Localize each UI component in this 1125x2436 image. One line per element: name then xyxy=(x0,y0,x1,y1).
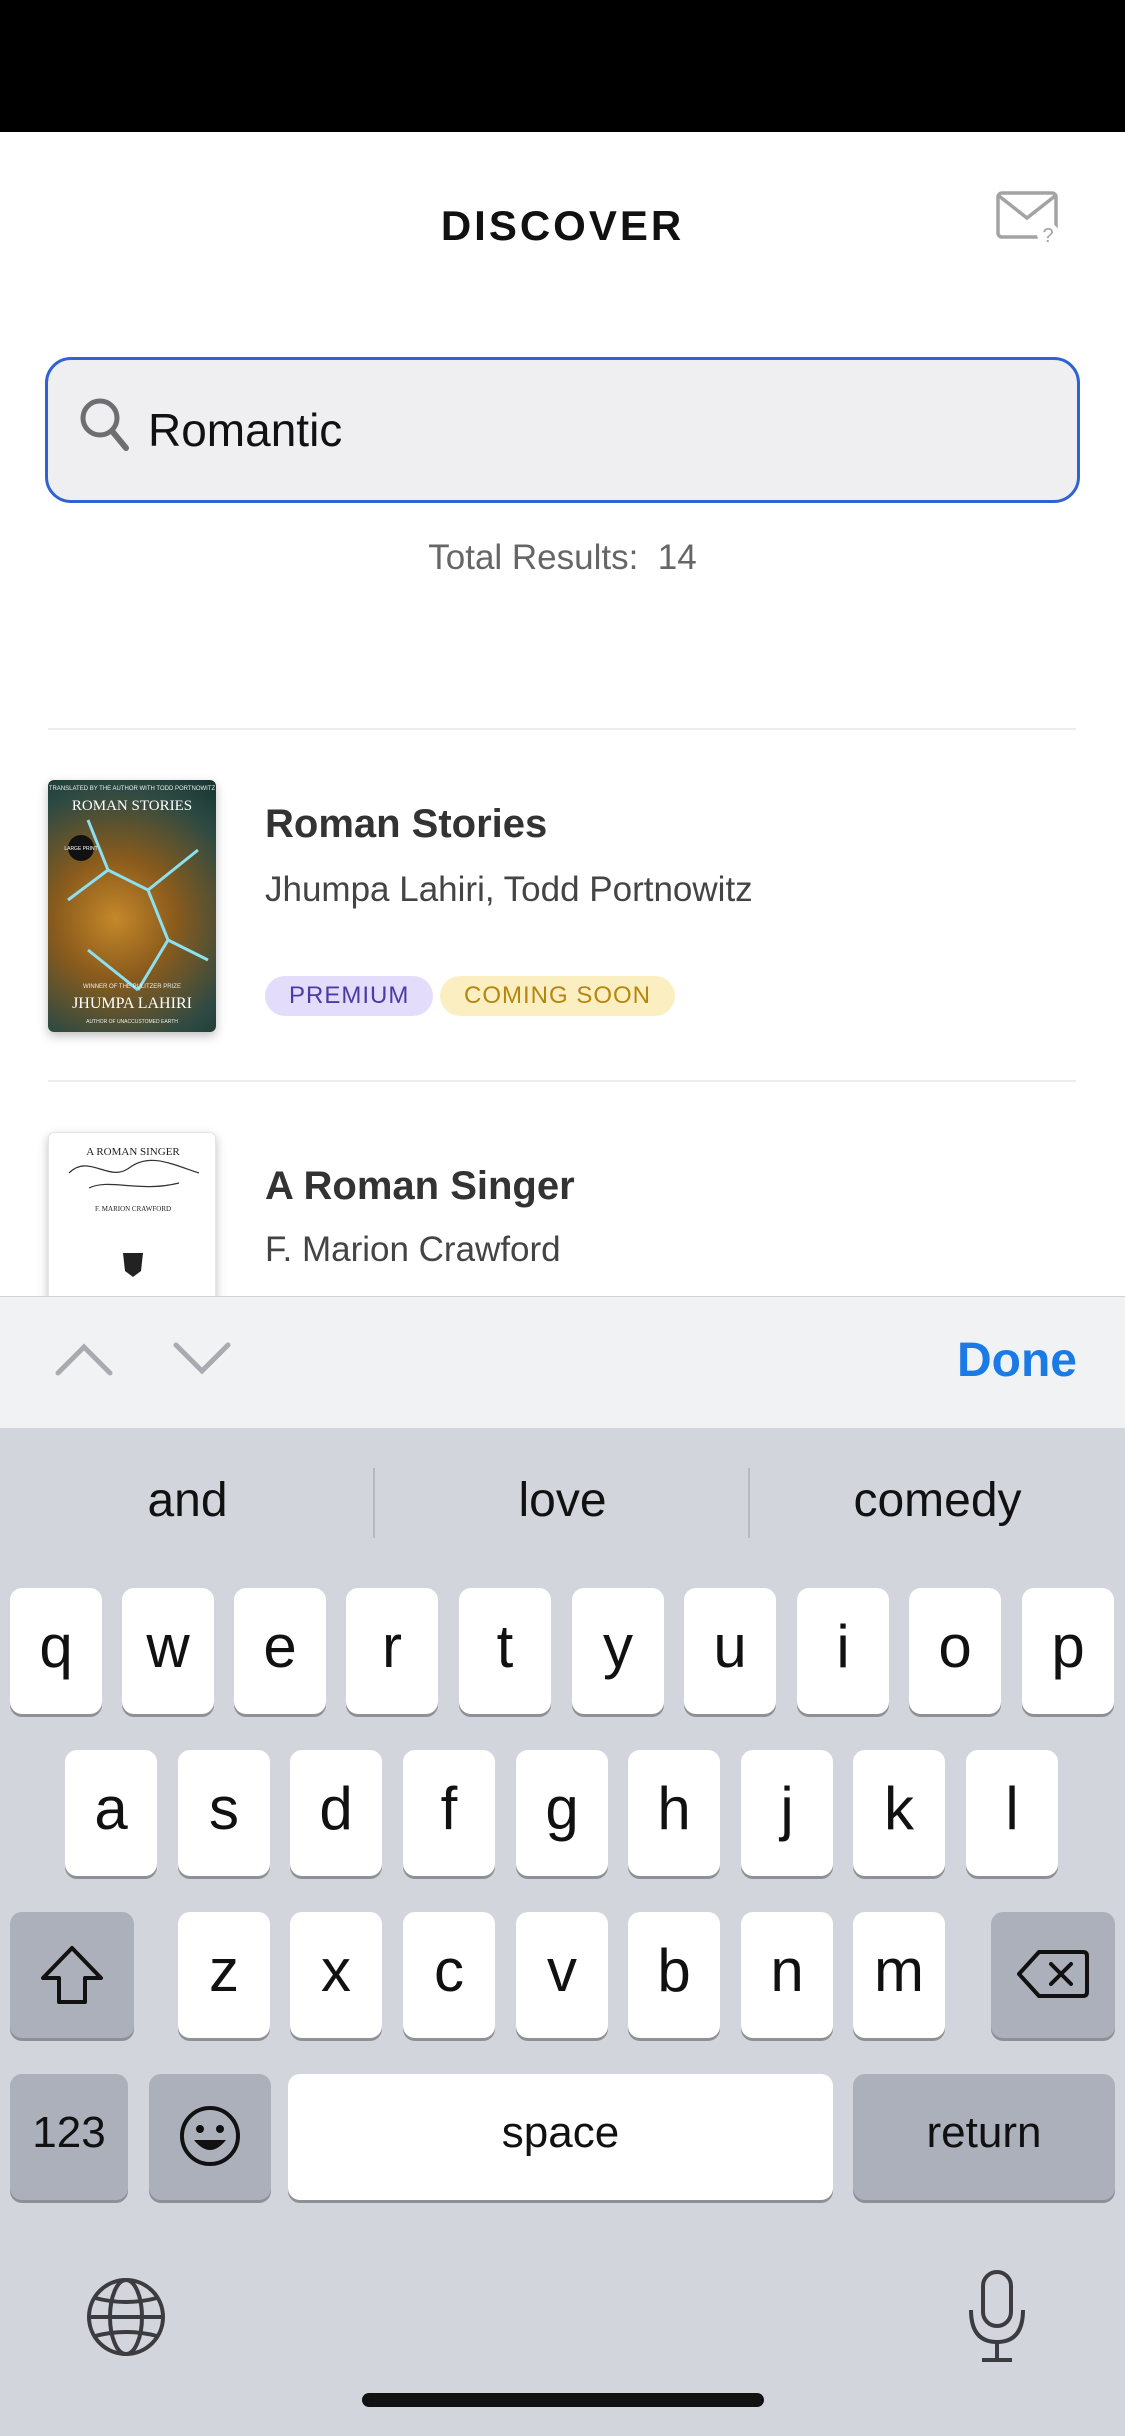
total-results: Total Results: 14 xyxy=(0,538,1125,578)
book-title: Roman Stories xyxy=(265,802,548,846)
book-author: Jhumpa Lahiri, Todd Portnowitz xyxy=(265,870,753,909)
home-indicator xyxy=(362,2393,764,2407)
keyboard-accessory-bar: Done xyxy=(0,1296,1125,1428)
key-e[interactable]: e xyxy=(234,1588,326,1714)
svg-text:JHUMPA LAHIRI: JHUMPA LAHIRI xyxy=(72,995,192,1012)
key-r[interactable]: r xyxy=(346,1588,438,1714)
key-p[interactable]: p xyxy=(1022,1588,1114,1714)
return-key[interactable]: return xyxy=(853,2074,1115,2200)
done-button[interactable]: Done xyxy=(957,1333,1077,1388)
search-bar[interactable] xyxy=(45,357,1080,503)
svg-text:TRANSLATED BY THE AUTHOR WITH: TRANSLATED BY THE AUTHOR WITH TODD PORTN… xyxy=(49,786,216,792)
svg-text:WINNER OF THE PULITZER PRIZE: WINNER OF THE PULITZER PRIZE xyxy=(83,984,181,990)
total-results-label: Total Results: xyxy=(428,538,639,577)
book-cover: A ROMAN SINGER F. MARION CRAWFORD xyxy=(48,1132,216,1296)
search-icon xyxy=(80,398,129,451)
key-v[interactable]: v xyxy=(516,1912,608,2038)
key-t[interactable]: t xyxy=(459,1588,551,1714)
suggestion-item[interactable]: and xyxy=(0,1473,375,1528)
space-key[interactable]: space xyxy=(288,2074,833,2200)
shift-icon xyxy=(41,1946,103,2004)
key-q[interactable]: q xyxy=(10,1588,102,1714)
emoji-icon xyxy=(180,2106,240,2166)
header: DISCOVER ? xyxy=(0,132,1125,322)
key-k[interactable]: k xyxy=(853,1750,945,1876)
shift-key[interactable] xyxy=(10,1912,134,2038)
list-item[interactable]: A ROMAN SINGER F. MARION CRAWFORD A Roma… xyxy=(0,1082,1125,1296)
key-z[interactable]: z xyxy=(178,1912,270,2038)
chevron-up-icon[interactable] xyxy=(54,1337,114,1381)
key-c[interactable]: c xyxy=(403,1912,495,2038)
coming-soon-badge: COMING SOON xyxy=(440,976,676,1016)
key-f[interactable]: f xyxy=(403,1750,495,1876)
svg-text:?: ? xyxy=(1042,225,1053,246)
book-cover: TRANSLATED BY THE AUTHOR WITH TODD PORTN… xyxy=(48,780,216,1032)
key-i[interactable]: i xyxy=(797,1588,889,1714)
key-y[interactable]: y xyxy=(572,1588,664,1714)
mail-help-icon: ? xyxy=(996,191,1059,247)
book-title: A Roman Singer xyxy=(265,1164,575,1208)
page-title: DISCOVER xyxy=(440,202,685,249)
microphone-icon[interactable] xyxy=(966,2270,1028,2364)
status-bar xyxy=(0,0,1125,132)
numbers-key[interactable]: 123 xyxy=(10,2074,128,2200)
svg-text:AUTHOR OF UNACCUSTOMED EARTH: AUTHOR OF UNACCUSTOMED EARTH xyxy=(86,1019,178,1025)
chevron-down-icon[interactable] xyxy=(172,1337,232,1381)
suggestion-item[interactable]: comedy xyxy=(750,1473,1125,1528)
key-l[interactable]: l xyxy=(966,1750,1058,1876)
total-results-count: 14 xyxy=(657,538,697,577)
keyboard: and love comedy q w e r t y u i o p a s … xyxy=(0,1428,1125,2436)
backspace-key[interactable] xyxy=(991,1912,1115,2038)
key-w[interactable]: w xyxy=(122,1588,214,1714)
key-x[interactable]: x xyxy=(290,1912,382,2038)
mail-help-button[interactable]: ? xyxy=(996,190,1062,247)
key-n[interactable]: n xyxy=(741,1912,833,2038)
svg-text:F. MARION CRAWFORD: F. MARION CRAWFORD xyxy=(95,1205,171,1213)
search-input[interactable] xyxy=(148,390,1048,470)
key-u[interactable]: u xyxy=(684,1588,776,1714)
globe-icon[interactable] xyxy=(85,2276,167,2358)
key-b[interactable]: b xyxy=(628,1912,720,2038)
suggestion-bar: and love comedy xyxy=(0,1428,1125,1578)
key-s[interactable]: s xyxy=(178,1750,270,1876)
list-item[interactable]: TRANSLATED BY THE AUTHOR WITH TODD PORTN… xyxy=(0,730,1125,1080)
suggestion-item[interactable]: love xyxy=(375,1473,750,1528)
key-g[interactable]: g xyxy=(516,1750,608,1876)
key-d[interactable]: d xyxy=(290,1750,382,1876)
svg-text:A ROMAN SINGER: A ROMAN SINGER xyxy=(86,1146,180,1158)
svg-text:ROMAN STORIES: ROMAN STORIES xyxy=(72,798,192,814)
emoji-key[interactable] xyxy=(149,2074,271,2200)
backspace-icon xyxy=(1017,1950,1089,1998)
key-h[interactable]: h xyxy=(628,1750,720,1876)
key-a[interactable]: a xyxy=(65,1750,157,1876)
key-m[interactable]: m xyxy=(853,1912,945,2038)
key-o[interactable]: o xyxy=(909,1588,1001,1714)
book-author: F. Marion Crawford xyxy=(265,1230,561,1269)
svg-text:LARGE PRINT: LARGE PRINT xyxy=(64,846,97,852)
key-j[interactable]: j xyxy=(741,1750,833,1876)
premium-badge: PREMIUM xyxy=(265,976,434,1016)
